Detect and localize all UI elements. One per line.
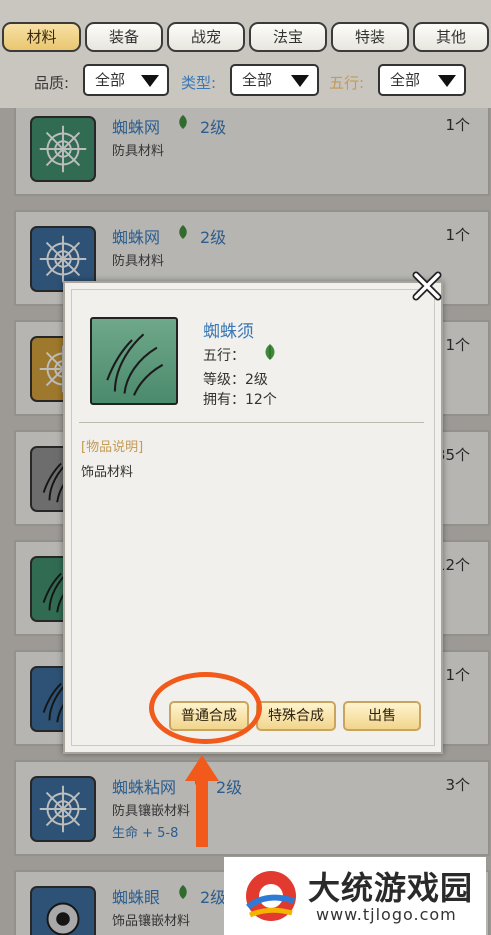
dropdown-arrow-icon	[438, 75, 456, 87]
item-detail-popup: 蜘蛛须 五行： 等级：2级 拥有：12个 [物品说明] 饰品材料 普通合成 特殊…	[63, 281, 443, 754]
watermark-logo-icon	[246, 871, 296, 921]
tab-treasures[interactable]: 法宝	[249, 22, 327, 52]
item-detail-description: 饰品材料	[81, 465, 134, 480]
special-craft-button[interactable]: 特殊合成	[256, 701, 336, 731]
dropdown-arrow-icon	[291, 75, 309, 87]
type-filter-label: 类型:	[181, 74, 217, 92]
spider-whisker-icon	[90, 317, 178, 405]
sell-button[interactable]: 出售	[343, 701, 421, 731]
type-select[interactable]: 全部	[230, 64, 319, 96]
item-detail-owned: 拥有：12个	[203, 392, 277, 408]
quality-select[interactable]: 全部	[83, 64, 169, 96]
quality-select-value: 全部	[95, 71, 126, 89]
tab-equipment[interactable]: 装备	[85, 22, 163, 52]
item-detail-name: 蜘蛛须	[203, 322, 254, 342]
dropdown-arrow-icon	[141, 75, 159, 87]
filter-bar: 品质: 全部 类型: 全部 五行: 全部	[0, 62, 491, 102]
element-filter-label: 五行:	[329, 74, 365, 92]
wood-leaf-icon	[265, 344, 275, 360]
divider	[79, 422, 424, 423]
watermark-title: 大统游戏园	[308, 869, 474, 907]
item-description-heading: [物品说明]	[81, 440, 144, 455]
quality-filter-label: 品质:	[34, 74, 70, 92]
element-select[interactable]: 全部	[378, 64, 466, 96]
watermark-url: www.tjlogo.com	[316, 905, 457, 924]
close-icon[interactable]	[411, 270, 443, 302]
element-select-value: 全部	[390, 71, 421, 89]
watermark: 大统游戏园 www.tjlogo.com	[224, 857, 486, 935]
tab-materials[interactable]: 材料	[2, 22, 81, 52]
tab-pets[interactable]: 战宠	[167, 22, 245, 52]
category-tabs: 材料 装备 战宠 法宝 特装 其他	[0, 22, 491, 54]
item-detail-level: 等级：2级	[203, 372, 268, 388]
item-detail-element-label: 五行：	[203, 348, 245, 364]
highlight-circle	[149, 672, 262, 744]
arrow-up-icon	[185, 755, 219, 847]
tab-special-gear[interactable]: 特装	[331, 22, 409, 52]
tab-other[interactable]: 其他	[413, 22, 489, 52]
type-select-value: 全部	[242, 71, 273, 89]
